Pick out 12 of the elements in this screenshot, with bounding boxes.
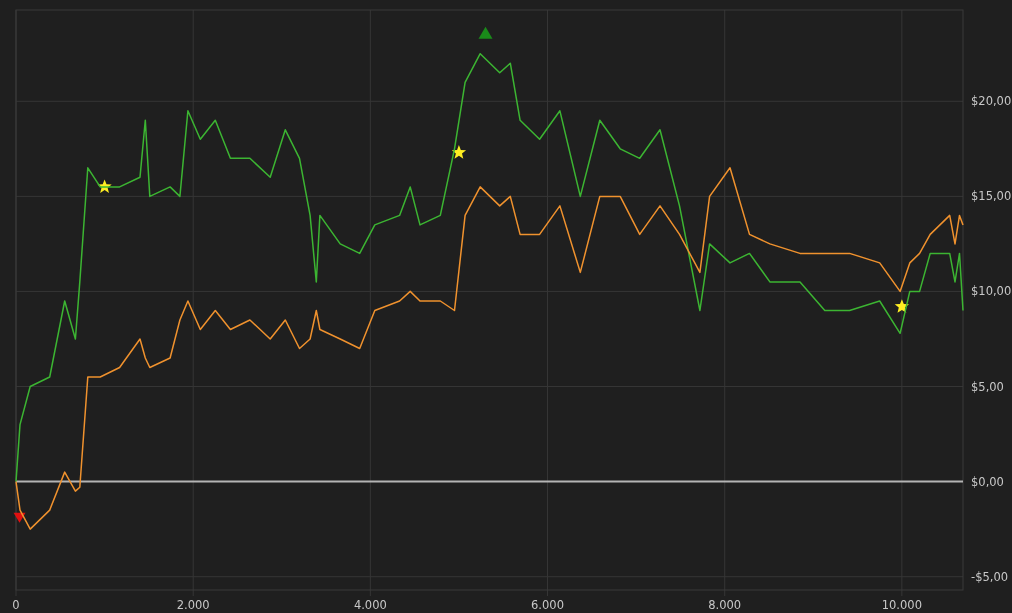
y-axis-label: -$5,00 <box>971 569 1009 584</box>
x-axis-label: 6.000 <box>531 598 564 612</box>
x-axis-label: 4.000 <box>353 598 387 612</box>
x-axis-label: 0 <box>12 598 20 612</box>
x-axis-label: 10.000 <box>881 598 922 612</box>
y-axis-label: $15,00 <box>971 189 1012 204</box>
y-axis-label: $10,00 <box>971 284 1012 299</box>
y-axis-label: $5,00 <box>971 379 1004 394</box>
x-axis-label: 8.000 <box>708 598 742 612</box>
x-axis-label: 2.000 <box>176 598 210 612</box>
y-axis-label: $0,00 <box>971 474 1004 489</box>
y-axis-label: $20,00 <box>971 94 1012 109</box>
